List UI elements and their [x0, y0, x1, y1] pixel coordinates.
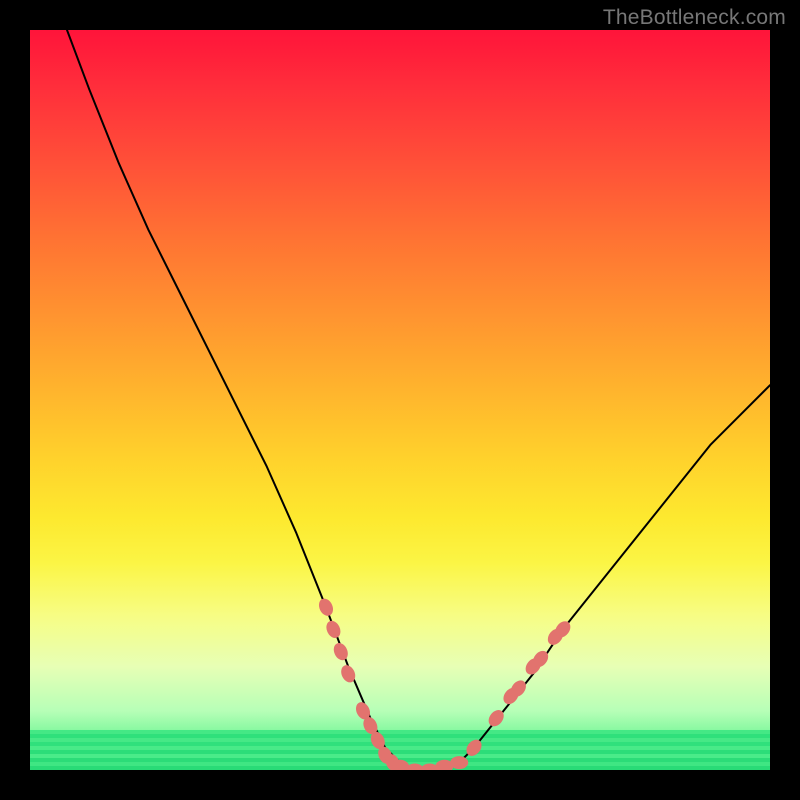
curve-marker [331, 641, 350, 663]
curve-marker [450, 756, 468, 769]
curve-marker [324, 618, 343, 640]
chart-svg [30, 30, 770, 770]
bottleneck-curve [67, 30, 770, 770]
outer-frame: TheBottleneck.com [0, 0, 800, 800]
curve-group [67, 30, 770, 770]
curve-marker [316, 596, 335, 618]
attribution-text: TheBottleneck.com [603, 6, 786, 30]
plot-area [30, 30, 770, 770]
